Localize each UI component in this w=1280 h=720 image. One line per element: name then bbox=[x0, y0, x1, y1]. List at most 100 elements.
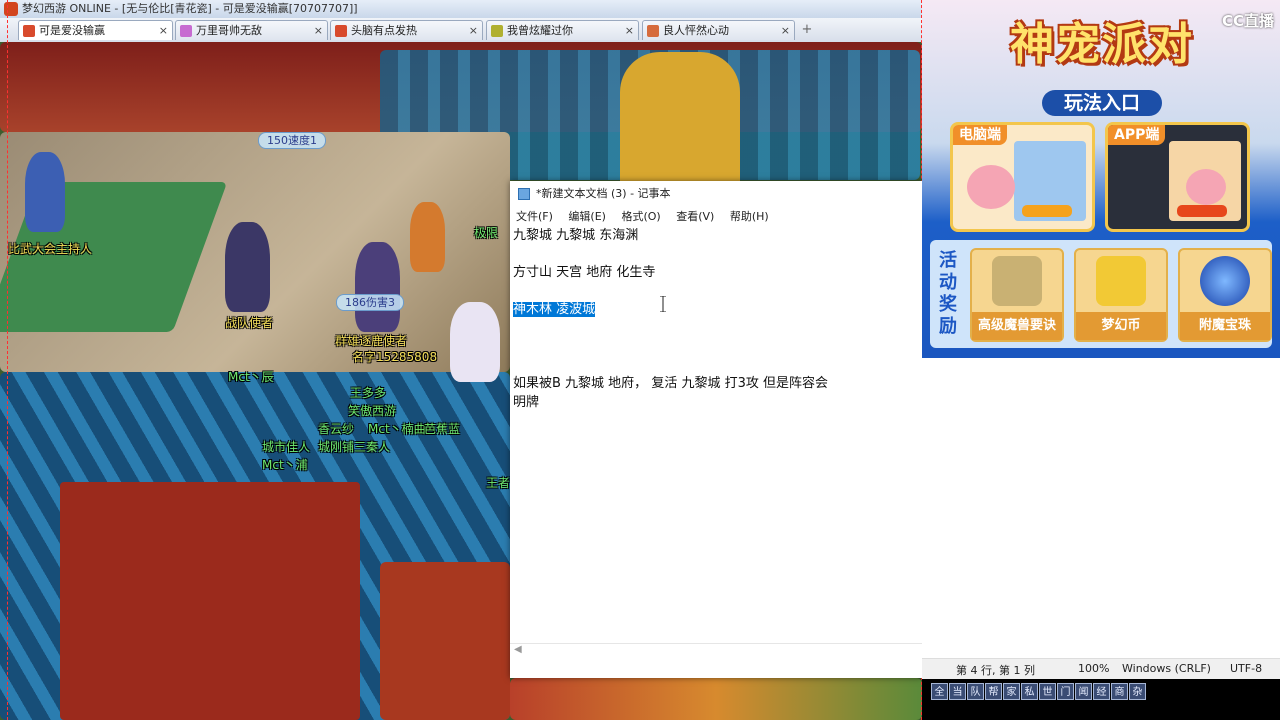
host-character[interactable] bbox=[25, 152, 65, 232]
player-character[interactable] bbox=[355, 242, 400, 332]
menu-view[interactable]: 查看(V) bbox=[676, 207, 714, 227]
notepad-icon bbox=[518, 188, 530, 200]
hotbar-key[interactable]: 世 bbox=[1039, 683, 1056, 700]
horizontal-scrollbar[interactable]: ◀ bbox=[510, 643, 922, 658]
text-line-selected: 神木林 凌波城 bbox=[513, 301, 922, 320]
game-title: 梦幻西游 ONLINE - [无与伦比[青花瓷] - 可是爱没输赢[707077… bbox=[22, 2, 358, 15]
guide-line-left bbox=[7, 0, 8, 720]
text-line bbox=[513, 320, 922, 339]
player-label: 笑傲西游 bbox=[348, 404, 397, 418]
player-label: 芭蕉蓝 bbox=[424, 422, 461, 436]
text-cursor-icon bbox=[660, 296, 666, 312]
notepad-text-area[interactable]: 九黎城 九黎城 东海渊 方寸山 天宫 地府 化生寺 神木林 凌波城 如果被B 九… bbox=[513, 227, 922, 642]
player-label: 极限 bbox=[474, 226, 499, 240]
cc-live-logo: CC直播 bbox=[1221, 12, 1274, 30]
pet-pig-icon bbox=[967, 165, 1015, 209]
game-tab-strip: 可是爱没输赢 × 万里哥帅无敌 × 头脑有点发热 × 我曾炫耀过你 × 良人怦然… bbox=[0, 18, 922, 43]
menu-edit[interactable]: 编辑(E) bbox=[568, 207, 606, 227]
gold-bar-icon bbox=[1096, 256, 1146, 306]
red-pavilion bbox=[380, 562, 510, 720]
game-tab-3[interactable]: 头脑有点发热 × bbox=[330, 20, 483, 40]
hotbar-key[interactable]: 闻 bbox=[1075, 683, 1092, 700]
new-tab-button[interactable]: + bbox=[800, 22, 814, 38]
menu-format[interactable]: 格式(O) bbox=[621, 207, 660, 227]
status-line-ending: Windows (CRLF) bbox=[1122, 662, 1211, 675]
notepad-title: *新建文本文档 (3) - 记事本 bbox=[536, 187, 671, 200]
status-encoding: UTF-8 bbox=[1230, 662, 1263, 675]
golden-dragon-ornament bbox=[620, 52, 740, 202]
hotbar-key[interactable]: 杂 bbox=[1129, 683, 1146, 700]
bottom-ornament-strip bbox=[510, 678, 922, 720]
scroll-left-icon[interactable]: ◀ bbox=[514, 644, 522, 655]
player-label: 城市佳人 bbox=[262, 440, 311, 454]
pc-card[interactable]: 电脑端 bbox=[950, 122, 1095, 232]
tab-close-icon[interactable]: × bbox=[159, 21, 168, 41]
game-tab-icon bbox=[491, 25, 503, 37]
hotbar-key[interactable]: 帮 bbox=[985, 683, 1002, 700]
tab-close-icon[interactable]: × bbox=[781, 21, 790, 41]
text-line: 方寸山 天宫 地府 化生寺 bbox=[513, 265, 656, 280]
hotbar-key[interactable]: 商 bbox=[1111, 683, 1128, 700]
pc-card-tag: 电脑端 bbox=[953, 125, 1007, 145]
notepad-menu-bar: 文件(F) 编辑(E) 格式(O) 查看(V) 帮助(H) bbox=[510, 207, 922, 227]
text-line: 如果被B 九黎城 地府， 复活 九黎城 打3攻 但是阵容会 bbox=[513, 376, 828, 391]
red-gate-building bbox=[60, 482, 360, 720]
player-label: 王多多 bbox=[350, 386, 387, 400]
tab-close-icon[interactable]: × bbox=[625, 21, 634, 41]
reward-beast-skill[interactable]: 高级魔兽要诀 bbox=[970, 248, 1064, 342]
hotbar-key[interactable]: 队 bbox=[967, 683, 984, 700]
orb-icon bbox=[1200, 256, 1250, 306]
pet-character[interactable] bbox=[450, 302, 500, 382]
player-label: Mct丶楠曲 bbox=[368, 422, 426, 436]
rewards-section: 活动奖励 高级魔兽要诀 梦幻币 附魔宝珠 bbox=[930, 240, 1272, 348]
app-claim-button[interactable] bbox=[1177, 205, 1227, 217]
game-title-bar: 梦幻西游 ONLINE - [无与伦比[青花瓷] - 可是爱没输赢[707077… bbox=[0, 0, 922, 18]
game-tab-5[interactable]: 良人怦然心动 × bbox=[642, 20, 795, 40]
player-label: 城刚铺三秦人 bbox=[318, 440, 391, 454]
hotbar-key[interactable]: 门 bbox=[1057, 683, 1074, 700]
text-line bbox=[513, 283, 922, 302]
rewards-title: 活动奖励 bbox=[939, 250, 957, 337]
notepad-window[interactable]: *新建文本文档 (3) - 记事本 文件(F) 编辑(E) 格式(O) 查看(V… bbox=[510, 181, 922, 678]
tab-close-icon[interactable]: × bbox=[314, 21, 323, 41]
notepad-status-bar: 第 4 行, 第 1 列 100% Windows (CRLF) UTF-8 bbox=[922, 658, 1280, 679]
text-line bbox=[513, 338, 922, 357]
player-label: 王者 bbox=[486, 476, 511, 490]
reward-enchant-orb[interactable]: 附魔宝珠 bbox=[1178, 248, 1272, 342]
npc-label-host: 比武大会主持人 bbox=[8, 242, 93, 256]
text-line bbox=[513, 246, 922, 265]
event-banner[interactable]: CC直播 神宠派对 玩法入口 电脑端 APP端 活动奖励 高级魔兽要诀 梦幻币 bbox=[922, 0, 1280, 358]
play-entry-heading: 玩法入口 bbox=[1042, 90, 1162, 116]
game-tab-4[interactable]: 我曾炫耀过你 × bbox=[486, 20, 639, 40]
app-card[interactable]: APP端 bbox=[1105, 122, 1250, 232]
pet-pig-icon bbox=[1186, 169, 1226, 205]
player-label: Mct丶浦 bbox=[262, 458, 308, 472]
npc-label-group-envoy: 群雄逐鹿使者 bbox=[335, 334, 408, 348]
speed-bubble: 150速度1 bbox=[258, 132, 326, 149]
game-tab-icon bbox=[647, 25, 659, 37]
game-hotbar: 全当队帮家私世门闻经商杂 bbox=[930, 680, 1190, 720]
text-line: 明牌 bbox=[513, 394, 540, 410]
hotbar-key[interactable]: 经 bbox=[1093, 683, 1110, 700]
game-tab-1[interactable]: 可是爱没输赢 × bbox=[18, 20, 173, 40]
menu-help[interactable]: 帮助(H) bbox=[730, 207, 769, 227]
hotbar-key[interactable]: 全 bbox=[931, 683, 948, 700]
notepad-title-bar[interactable]: *新建文本文档 (3) - 记事本 bbox=[510, 181, 922, 207]
text-line: 九黎城 九黎城 东海渊 bbox=[513, 228, 639, 243]
menu-file[interactable]: 文件(F) bbox=[516, 207, 553, 227]
player-label: Mct丶辰 bbox=[228, 370, 274, 384]
damage-bubble: 186伤害3 bbox=[336, 294, 404, 311]
npc-label-envoy: 战队使者 bbox=[225, 316, 274, 330]
npc-character[interactable] bbox=[410, 202, 445, 272]
game-tab-2[interactable]: 万里哥帅无敌 × bbox=[175, 20, 328, 40]
hotbar-key[interactable]: 当 bbox=[949, 683, 966, 700]
event-title: 神宠派对 bbox=[1010, 19, 1194, 70]
status-position: 第 4 行, 第 1 列 bbox=[956, 664, 1035, 677]
hotbar-key[interactable]: 私 bbox=[1021, 683, 1038, 700]
reward-coins[interactable]: 梦幻币 bbox=[1074, 248, 1168, 342]
hotbar-key[interactable]: 家 bbox=[1003, 683, 1020, 700]
tab-close-icon[interactable]: × bbox=[469, 21, 478, 41]
pc-claim-button[interactable] bbox=[1022, 205, 1072, 217]
game-tab-icon bbox=[335, 25, 347, 37]
envoy-character[interactable] bbox=[225, 222, 270, 312]
